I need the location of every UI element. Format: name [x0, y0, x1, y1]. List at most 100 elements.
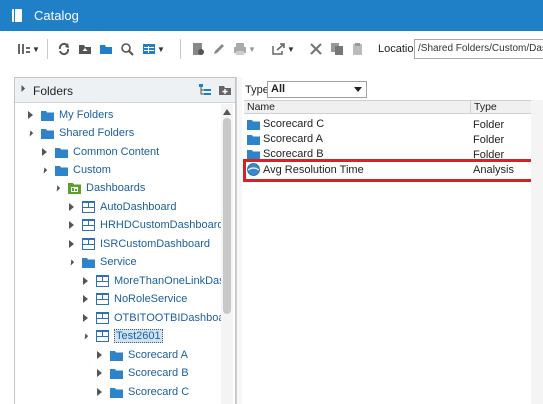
expand-icon[interactable] — [94, 387, 104, 397]
print-icon — [234, 43, 246, 55]
collapse-icon[interactable] — [66, 257, 76, 267]
folders-panel-header: Folders — [15, 78, 235, 103]
highlight-box — [243, 159, 536, 182]
table-row[interactable]: Scorecard C Folder — [244, 117, 543, 133]
expand-icon[interactable] — [80, 276, 90, 286]
tree-node-scorecard-c[interactable]: Scorecard C — [94, 383, 189, 401]
tree-node-service[interactable]: Service — [66, 253, 137, 271]
title-bar: Catalog — [0, 0, 543, 31]
expand-icon[interactable] — [25, 110, 35, 120]
paste-icon — [353, 43, 362, 55]
chevron-down-icon — [354, 87, 362, 92]
content-scrollbar[interactable] — [531, 100, 543, 404]
tree-node-morethanonelinkdashboard[interactable]: MoreThanOneLinkDashboard — [80, 272, 223, 290]
view-type-button[interactable]: ▼ — [142, 41, 165, 57]
column-header-name[interactable]: Name — [244, 101, 275, 113]
folder-icon — [247, 119, 260, 130]
collapse-icon[interactable] — [39, 165, 49, 175]
tree-view-icon[interactable] — [198, 83, 212, 97]
folder-icon — [55, 147, 68, 158]
tree-node-custom[interactable]: Custom — [39, 161, 111, 179]
tree-node-hrhdcustomdashboard[interactable]: HRHDCustomDashboard — [66, 216, 223, 234]
properties-button[interactable] — [191, 41, 205, 57]
expand-icon[interactable] — [94, 350, 104, 360]
toolbar-divider — [180, 39, 181, 59]
folder-icon — [82, 257, 95, 268]
expand-icon[interactable] — [66, 220, 76, 230]
folder-icon — [100, 45, 112, 54]
copy-button[interactable] — [330, 41, 344, 57]
tree-node-label: Test2601 — [114, 329, 163, 343]
tree-node-noroleservice[interactable]: NoRoleService — [80, 290, 187, 308]
toolbar-divider — [47, 39, 48, 59]
print-button[interactable]: ▼ — [233, 41, 256, 57]
expand-icon[interactable] — [66, 239, 76, 249]
row-type: Folder — [473, 119, 505, 131]
expand-icon[interactable] — [66, 202, 76, 212]
folder-icon — [247, 134, 260, 145]
folder-icon — [55, 165, 68, 176]
refresh-button[interactable] — [57, 41, 71, 57]
tree-node-common-content[interactable]: Common Content — [39, 143, 159, 161]
upload-button[interactable] — [78, 41, 92, 57]
expand-icon[interactable] — [80, 313, 90, 323]
column-header-type[interactable]: Type — [470, 101, 497, 114]
tree-node-label: OTBITOOTBIDashboard — [114, 312, 223, 324]
location-field[interactable]: /Shared Folders/Custom/Dashboards/ — [414, 39, 543, 59]
folder-tree: My Folders Shared Folders Common Content… — [15, 104, 223, 404]
tree-node-isrcustomdashboard[interactable]: ISRCustomDashboard — [66, 235, 210, 253]
search-icon — [121, 43, 134, 56]
page-title: Catalog — [34, 8, 79, 23]
folders-panel-title: Folders — [33, 84, 74, 98]
type-filter-value: All — [271, 83, 286, 95]
share-button[interactable]: ▼ — [272, 41, 295, 57]
tree-node-label: Dashboards — [86, 182, 146, 194]
refresh-icon — [58, 42, 70, 56]
folder-icon — [41, 110, 54, 121]
tree-node-test2601[interactable]: Test2601 — [80, 327, 163, 345]
search-button[interactable] — [120, 41, 134, 57]
expand-icon[interactable] — [39, 147, 49, 157]
tree-node-scorecard-a[interactable]: Scorecard A — [94, 346, 188, 364]
folder-icon — [110, 387, 123, 398]
tree-node-my-folders[interactable]: My Folders — [25, 106, 113, 124]
scrollbar-thumb[interactable] — [223, 118, 231, 314]
paste-button[interactable] — [351, 41, 365, 57]
expand-icon[interactable] — [80, 294, 90, 304]
folder-tree-scrollbar[interactable] — [221, 104, 233, 404]
edit-button[interactable] — [212, 41, 226, 57]
expand-icon[interactable] — [94, 368, 104, 378]
folder-icon — [110, 368, 123, 379]
dashboard-icon — [96, 275, 109, 287]
tree-node-autodashboard[interactable]: AutoDashboard — [66, 198, 176, 216]
share-icon — [272, 43, 285, 55]
row-type: Folder — [473, 134, 505, 146]
tree-node-otbitootbidashboard[interactable]: OTBITOOTBIDashboard — [80, 309, 223, 327]
folder-icon — [41, 128, 54, 139]
tree-node-shared-folders[interactable]: Shared Folders — [25, 124, 134, 142]
catalog-book-icon — [12, 9, 22, 22]
delete-button[interactable] — [309, 41, 323, 57]
tree-node-label: My Folders — [59, 109, 114, 121]
view-icon — [18, 44, 30, 54]
scroll-up-icon[interactable] — [223, 109, 231, 115]
panel-splitter[interactable] — [236, 77, 242, 404]
toolbar: ▼ ▼ ▼ ▼ Location /Shared Folders/Custom/… — [0, 31, 543, 71]
collapse-icon[interactable] — [52, 183, 62, 193]
tree-node-label: Scorecard B — [128, 367, 189, 379]
type-filter-select[interactable]: All — [267, 81, 367, 98]
dashboard-icon — [96, 330, 109, 342]
properties-icon — [193, 43, 204, 55]
collapse-icon[interactable] — [25, 128, 35, 138]
type-filter-label: Type — [245, 84, 269, 96]
dashboard-icon — [82, 238, 95, 250]
folder-add-icon[interactable] — [218, 83, 232, 97]
view-menu-button[interactable]: ▼ — [17, 41, 40, 57]
table-icon — [143, 44, 155, 54]
collapse-icon[interactable] — [80, 331, 90, 341]
tree-node-dashboards[interactable]: Dashboards — [52, 179, 145, 197]
new-folder-button[interactable] — [99, 41, 113, 57]
table-row[interactable]: Scorecard A Folder — [244, 132, 543, 148]
tree-node-scorecard-b[interactable]: Scorecard B — [94, 364, 189, 382]
collapse-panel-icon[interactable] — [17, 84, 26, 93]
